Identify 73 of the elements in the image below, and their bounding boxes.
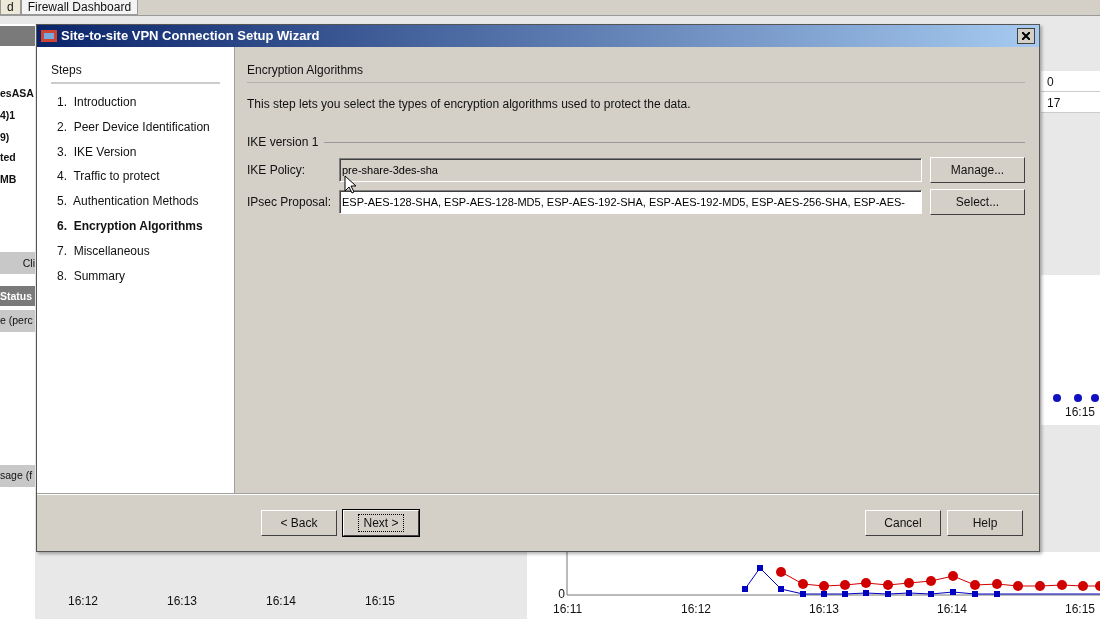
data-point <box>926 576 936 586</box>
data-point <box>1074 394 1082 402</box>
section-heading: Encryption Algorithms <box>247 61 1025 83</box>
info-text: MB <box>0 172 17 187</box>
step-item[interactable]: 7. Miscellaneous <box>51 238 220 264</box>
axis-label: 16:15 <box>365 593 396 610</box>
step-item[interactable]: 6. Encryption Algorithms <box>51 214 220 239</box>
axis-label: 16:12 <box>681 601 712 618</box>
data-point <box>948 571 958 581</box>
data-point <box>776 567 786 577</box>
data-point <box>1053 394 1061 402</box>
data-point <box>757 565 763 571</box>
input-field[interactable]: ESP-AES-128-SHA, ESP-AES-128-MD5, ESP-AES-192-SHA, ESP-AES-192-MD5, ESP-AES-256-SHA, ESP-AES- <box>339 190 922 214</box>
data-point <box>742 586 748 592</box>
data-point <box>1078 581 1088 591</box>
panel-header: sage (f <box>0 465 35 487</box>
button[interactable]: Help <box>947 510 1023 536</box>
close-icon <box>1022 32 1030 40</box>
axis-label: 16:14 <box>266 593 297 610</box>
data-point <box>1035 581 1045 591</box>
data-point <box>1057 580 1067 590</box>
data-point <box>928 591 934 597</box>
info-text: 4)1 <box>0 108 16 123</box>
axis-label: 16:14 <box>937 601 968 618</box>
data-point <box>992 579 1002 589</box>
axis-label: 16:12 <box>68 593 99 610</box>
table-cell: 0 <box>1041 71 1100 92</box>
axis-label: 16:13 <box>167 593 198 610</box>
axis-label: 16:15 <box>1065 601 1096 618</box>
table-cell: 17 <box>1041 92 1100 113</box>
axis-label: 16:13 <box>809 601 840 618</box>
step-item[interactable]: 4. Traffic to protect <box>51 164 220 190</box>
window-title: Site-to-site VPN Connection Setup Wizard <box>61 27 320 46</box>
data-point <box>778 586 784 592</box>
info-text: esASA <box>0 86 34 101</box>
field-label: IKE Policy: <box>247 162 307 179</box>
axis-label: 0 <box>558 588 565 600</box>
button[interactable]: Cancel <box>865 510 941 536</box>
panel-header: Status <box>0 286 35 306</box>
data-point <box>950 589 956 595</box>
app-icon <box>41 29 57 43</box>
data-point <box>863 590 869 596</box>
button[interactable]: Next > <box>343 510 419 536</box>
close-button[interactable] <box>1017 28 1035 44</box>
panel-header <box>0 26 35 46</box>
data-point <box>904 578 914 588</box>
field-label: IPsec Proposal: <box>247 194 331 211</box>
description-text: This step lets you select the types of encryption algorithms used to protect the data. <box>247 96 692 113</box>
step-item[interactable]: 1. Introduction <box>51 90 220 115</box>
step-item[interactable]: 5. Authentication Methods <box>51 189 220 214</box>
axis-label: 16:15 <box>1065 404 1096 421</box>
step-item[interactable]: 3. IKE Version <box>51 139 220 165</box>
data-point <box>1013 581 1023 591</box>
button[interactable]: < Back <box>261 510 337 536</box>
step-item[interactable]: 2. Peer Device Identification <box>51 114 220 140</box>
data-point <box>861 578 871 588</box>
panel-header: e (perc <box>0 310 35 332</box>
info-text: ted <box>0 150 16 165</box>
data-point <box>798 579 808 589</box>
data-point <box>906 590 912 596</box>
pointer-icon <box>344 175 356 194</box>
axis-label: 16:11 <box>553 601 583 618</box>
tab[interactable]: d <box>0 0 21 15</box>
data-point <box>994 591 1000 597</box>
data-point <box>1091 394 1099 402</box>
group-label: IKE version 1 <box>247 134 319 151</box>
info-text: 9) <box>0 130 10 145</box>
tab[interactable]: Firewall Dashboard <box>20 0 139 15</box>
data-point <box>800 591 806 597</box>
button[interactable]: Select... <box>930 189 1025 215</box>
step-item[interactable]: 8. Summary <box>51 263 220 289</box>
section-heading: Steps <box>51 61 220 84</box>
data-point <box>1095 581 1100 591</box>
